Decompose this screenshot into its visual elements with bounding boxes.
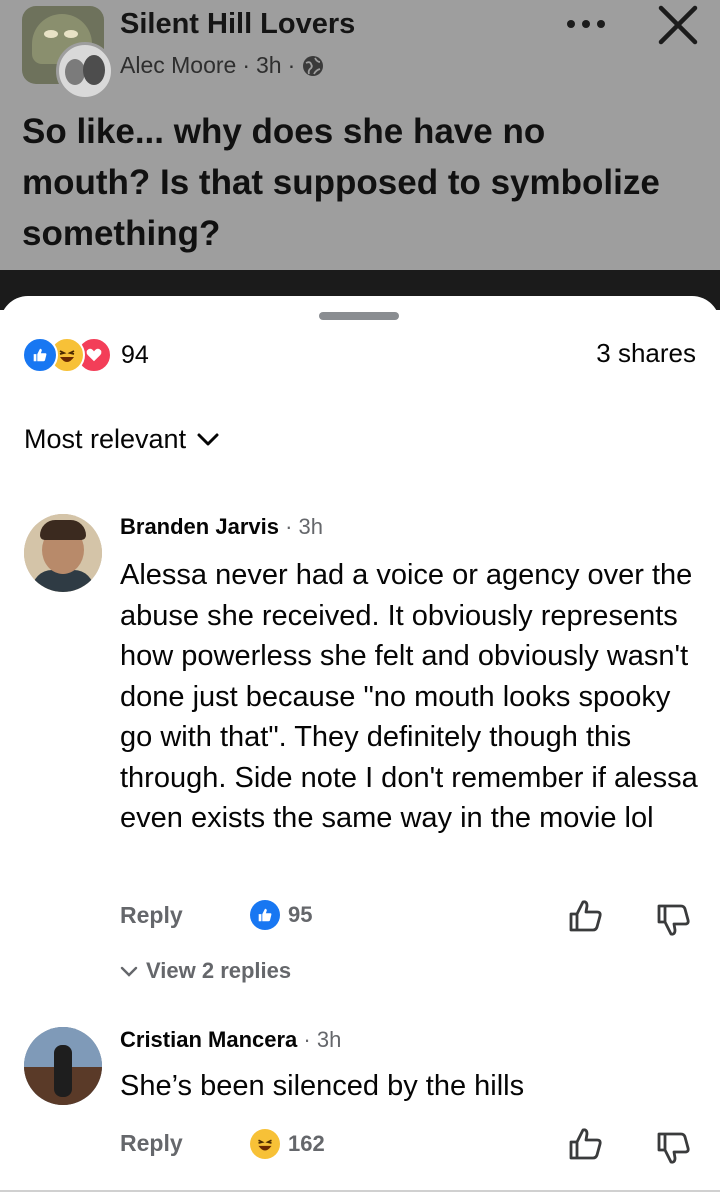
more-options-button[interactable] — [562, 6, 610, 42]
close-icon[interactable] — [655, 2, 701, 48]
divider — [0, 1190, 720, 1192]
comment-separator: · — [285, 514, 293, 539]
upvote-icon[interactable] — [566, 1124, 606, 1164]
comment-text: Alessa never had a voice or agency over … — [120, 559, 698, 834]
comment-separator: · — [303, 1027, 311, 1052]
comment-reaction-count: 162 — [288, 1131, 325, 1156]
meta-separator: · — [242, 52, 250, 78]
reaction-count: 94 — [121, 340, 149, 369]
reaction-summary[interactable]: 94 — [22, 337, 149, 373]
post-time[interactable]: 3h — [256, 52, 282, 79]
reply-button[interactable]: Reply — [120, 902, 183, 929]
downvote-icon[interactable] — [654, 900, 694, 940]
chevron-down-icon — [197, 433, 219, 445]
comment-text: She’s been silenced by the hills — [120, 1070, 525, 1102]
comment-reactions[interactable]: 95 — [250, 900, 312, 930]
like-icon — [250, 900, 280, 930]
upvote-icon[interactable] — [566, 896, 606, 936]
more-options-icon — [567, 20, 605, 28]
comment-reactions[interactable]: 162 — [250, 1129, 325, 1159]
group-name[interactable]: Silent Hill Lovers — [120, 8, 355, 41]
like-icon — [22, 337, 58, 373]
commenter-avatar[interactable] — [24, 1027, 102, 1105]
commenter-avatar[interactable] — [24, 514, 102, 592]
downvote-icon[interactable] — [654, 1128, 694, 1168]
sheet-drag-handle[interactable] — [319, 312, 399, 320]
chevron-down-icon — [120, 966, 138, 977]
comment-reaction-count: 95 — [288, 902, 313, 927]
view-replies-label: View 2 replies — [146, 958, 292, 983]
comment-author[interactable]: Branden Jarvis · 3h — [120, 514, 323, 540]
comment-time: 3h — [316, 1027, 342, 1052]
view-replies-button[interactable]: View 2 replies — [120, 958, 291, 984]
haha-icon — [250, 1129, 280, 1159]
post-author[interactable]: Alec Moore — [120, 52, 236, 79]
comment-author-name[interactable]: Branden Jarvis — [120, 514, 279, 539]
reply-button[interactable]: Reply — [120, 1130, 183, 1157]
post-text: So like... why does she have no mouth? I… — [22, 112, 660, 253]
comment-author-name[interactable]: Cristian Mancera — [120, 1027, 297, 1052]
post-meta: Alec Moore · 3h · — [120, 52, 325, 79]
sort-label: Most relevant — [24, 424, 187, 454]
meta-separator: · — [287, 52, 296, 78]
comment-time: 3h — [298, 514, 324, 539]
comment-sort-dropdown[interactable]: Most relevant — [24, 424, 220, 455]
shares-count[interactable]: 3 shares — [596, 338, 696, 369]
comment-author[interactable]: Cristian Mancera · 3h — [120, 1027, 341, 1053]
globe-icon — [303, 55, 324, 76]
author-avatar[interactable] — [56, 42, 114, 100]
